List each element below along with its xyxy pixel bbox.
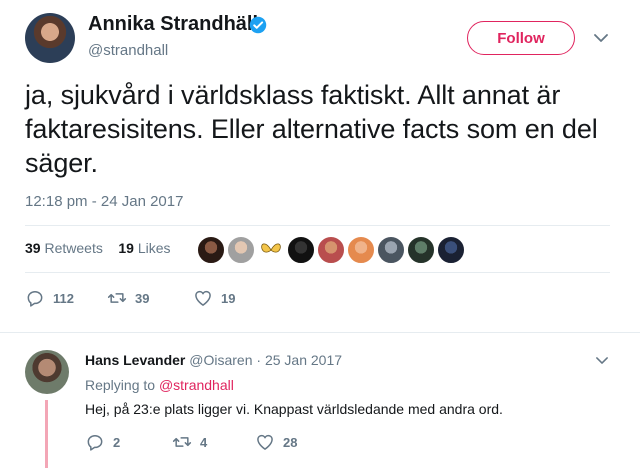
liker-avatar[interactable] (257, 236, 285, 264)
divider (25, 272, 610, 273)
like-action[interactable]: 28 (255, 432, 297, 452)
retweets-stat[interactable]: 39 Retweets (25, 240, 103, 256)
reply-author-avatar[interactable] (25, 350, 69, 394)
reply-count: 112 (53, 290, 74, 306)
likes-stat[interactable]: 19 Likes (118, 240, 170, 256)
separator: · (256, 352, 262, 368)
replying-to-label: Replying to (85, 377, 156, 393)
liker-avatar[interactable] (407, 236, 435, 264)
liker-avatar[interactable] (287, 236, 315, 264)
tweet-text: ja, sjukvård i världsklass faktiskt. All… (25, 80, 598, 178)
author-handle[interactable]: @strandhall (88, 42, 168, 59)
reply-header: Hans Levander @Oisaren · 25 Jan 2017 (85, 352, 342, 368)
retweet-count: 39 (135, 290, 150, 306)
liker-avatar[interactable] (377, 236, 405, 264)
retweet-icon (172, 437, 192, 447)
retweet-count: 4 (200, 434, 208, 450)
tweet-timestamp[interactable]: 12:18 pm - 24 Jan 2017 (25, 193, 183, 210)
reply-author-handle[interactable]: @Oisaren (189, 352, 252, 368)
reply-count: 2 (113, 434, 121, 450)
butterfly-icon (261, 243, 281, 253)
likes-count: 19 (118, 240, 134, 256)
liker-avatar[interactable] (197, 236, 225, 264)
engagement-stats: 39 Retweets 19 Likes (25, 240, 171, 256)
retweets-label: Retweets (44, 240, 103, 256)
follow-button[interactable]: Follow (467, 21, 575, 55)
retweet-action[interactable]: 4 (172, 432, 207, 452)
heart-icon (257, 434, 273, 450)
author-avatar[interactable] (25, 13, 75, 63)
reply-icon (27, 291, 43, 307)
divider (0, 332, 640, 333)
likes-label: Likes (137, 240, 171, 256)
reply-action[interactable]: 2 (85, 432, 120, 452)
reply-action[interactable]: 112 (25, 288, 74, 308)
liker-avatar[interactable] (317, 236, 345, 264)
retweet-action[interactable]: 39 (107, 288, 149, 308)
reply-author-name[interactable]: Hans Levander (85, 352, 185, 368)
reply-icon (87, 435, 103, 451)
thread-line (45, 400, 48, 468)
retweets-count: 39 (25, 240, 41, 256)
reply-date[interactable]: 25 Jan 2017 (265, 352, 342, 368)
replying-to: Replying to @strandhall (85, 377, 234, 393)
like-action[interactable]: 19 (193, 288, 235, 308)
liker-avatar[interactable] (227, 236, 255, 264)
chevron-down-icon[interactable] (594, 33, 608, 43)
liker-avatar[interactable] (347, 236, 375, 264)
liker-avatar[interactable] (437, 236, 465, 264)
heart-icon (195, 290, 211, 306)
verified-badge-icon (249, 16, 267, 34)
reply-text: Hej, på 23:e plats ligger vi. Knappast v… (85, 401, 503, 417)
author-name[interactable]: Annika Strandhäll (88, 13, 258, 36)
replying-to-handle[interactable]: @strandhall (159, 377, 234, 393)
divider (25, 225, 610, 226)
like-count: 19 (221, 290, 236, 306)
chevron-down-icon[interactable] (596, 356, 608, 365)
like-count: 28 (283, 434, 298, 450)
retweet-icon (107, 293, 127, 303)
